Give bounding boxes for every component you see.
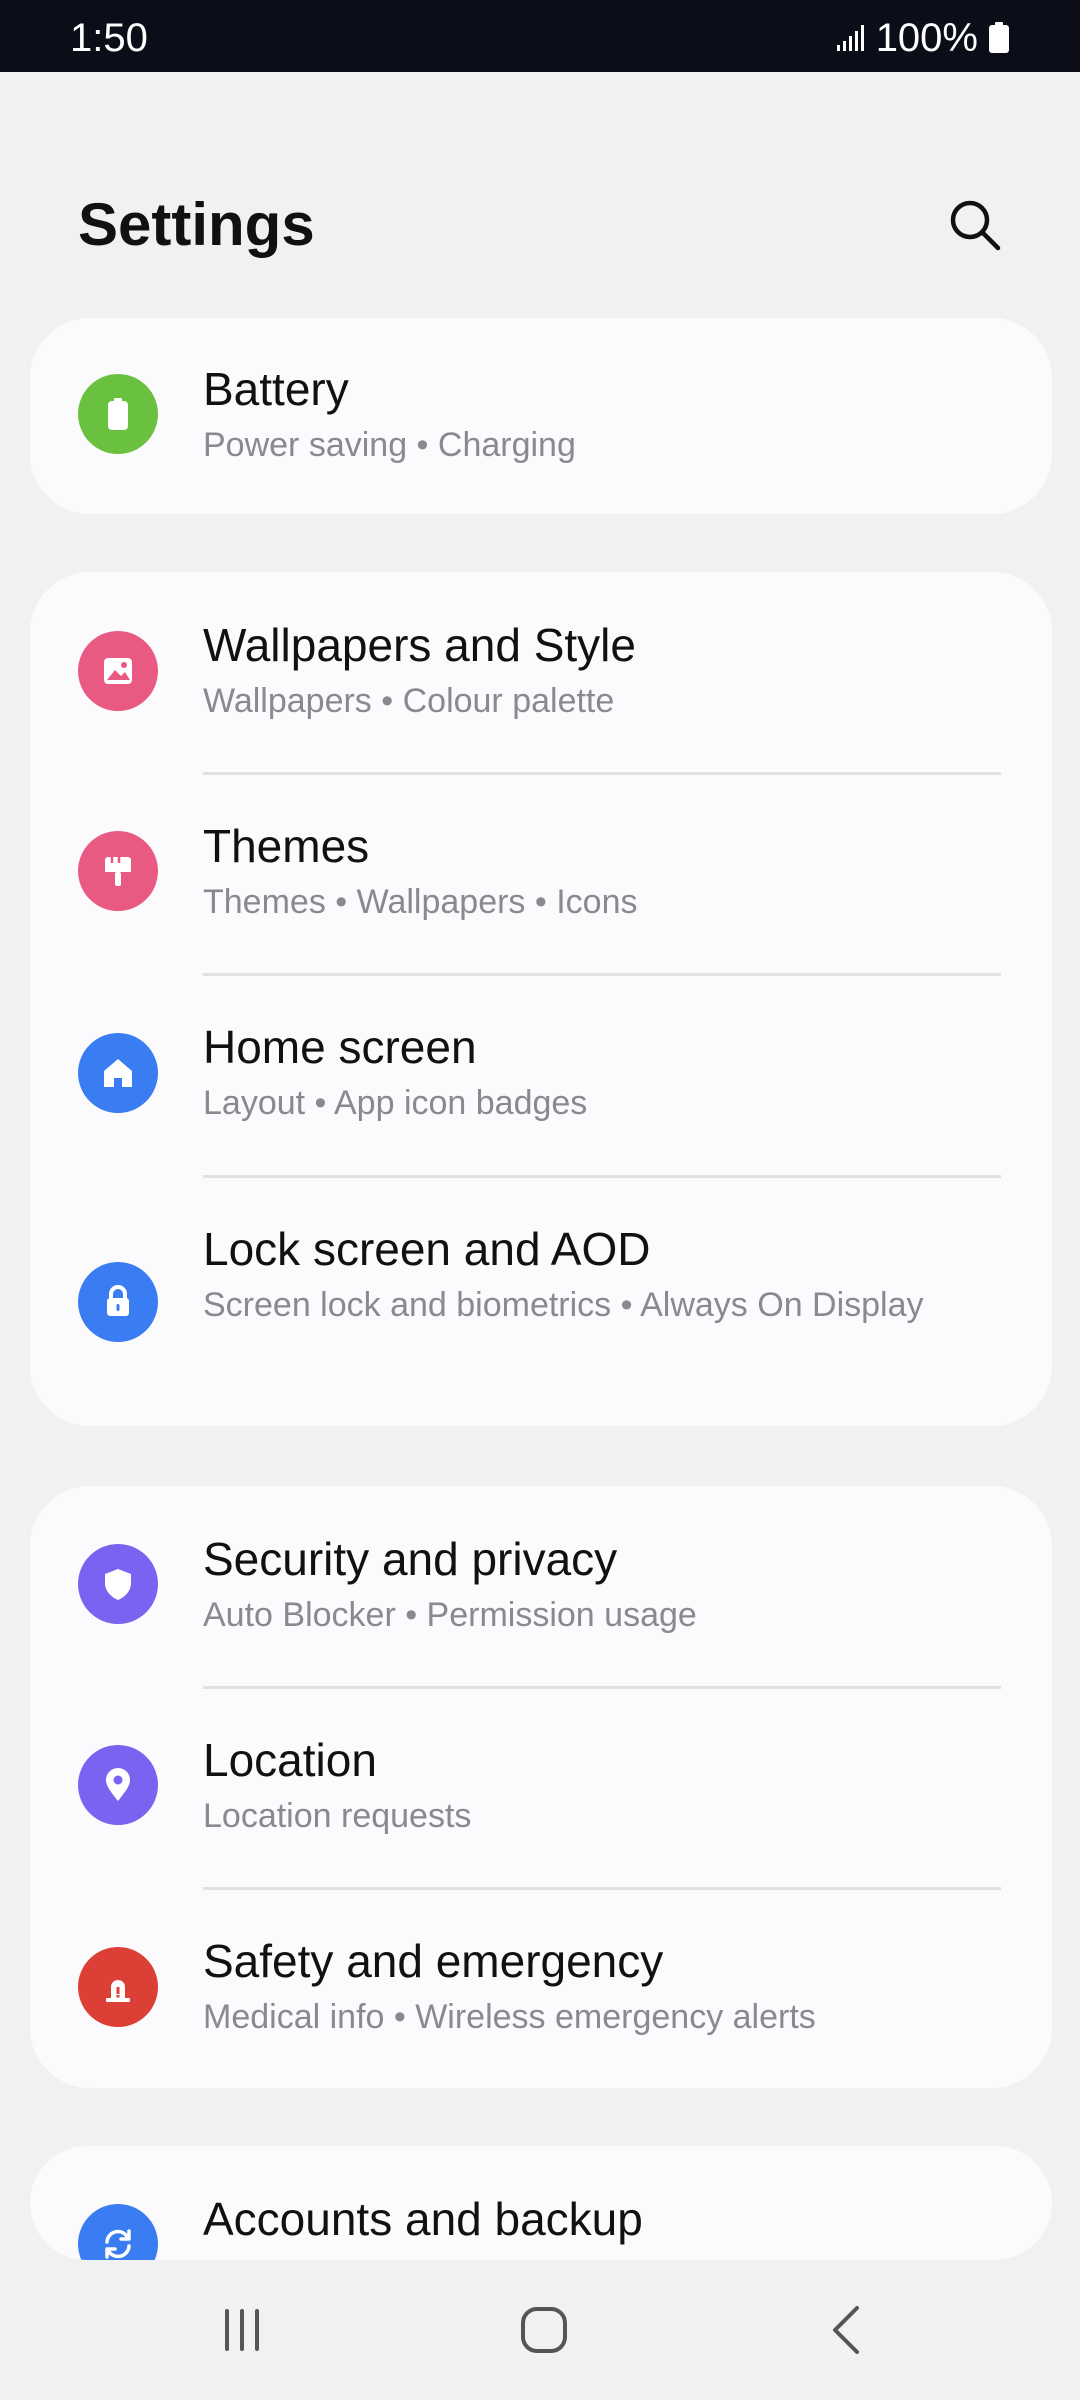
settings-item-wallpapers[interactable]: Wallpapers and Style Wallpapers • Colour… xyxy=(30,572,1052,773)
settings-item-title: Themes xyxy=(203,820,370,872)
settings-card-appearance: Wallpapers and Style Wallpapers • Colour… xyxy=(30,572,1052,1426)
search-icon xyxy=(950,200,1001,251)
status-right: 100% xyxy=(836,18,1010,58)
settings-item-home-screen[interactable]: Home screen Layout • App icon badges xyxy=(30,974,1052,1175)
status-time: 1:50 xyxy=(70,16,148,60)
home-button[interactable] xyxy=(504,2290,584,2370)
emergency-icon xyxy=(78,1947,158,2027)
settings-card-battery: Battery Power saving • Charging xyxy=(30,318,1052,514)
search-button[interactable] xyxy=(940,190,1010,260)
settings-item-title: Lock screen and AOD xyxy=(203,1223,651,1275)
shield-icon xyxy=(78,1544,158,1624)
image-icon xyxy=(78,631,158,711)
settings-item-title: Safety and emergency xyxy=(203,1935,664,1987)
settings-item-subtitle: Power saving • Charging xyxy=(203,426,576,464)
settings-item-subtitle: Auto Blocker • Permission usage xyxy=(203,1596,697,1634)
sync-icon xyxy=(78,2204,158,2260)
settings-item-title: Security and privacy xyxy=(203,1533,618,1585)
back-icon xyxy=(833,2306,859,2354)
battery-icon xyxy=(78,374,158,454)
settings-item-battery[interactable]: Battery Power saving • Charging xyxy=(30,318,1052,514)
settings-item-lock-screen[interactable]: Lock screen and AOD Screen lock and biom… xyxy=(30,1176,1052,1426)
settings-item-title: Wallpapers and Style xyxy=(203,619,636,671)
settings-item-title: Accounts and backup xyxy=(203,2193,643,2245)
navigation-bar xyxy=(0,2260,1080,2400)
status-bar: 1:50 100% xyxy=(0,0,1080,72)
recent-apps-button[interactable] xyxy=(202,2290,282,2370)
settings-item-subtitle: Location requests xyxy=(203,1797,472,1835)
settings-item-title: Location xyxy=(203,1734,377,1786)
settings-item-themes[interactable]: Themes Themes • Wallpapers • Icons xyxy=(30,773,1052,974)
settings-item-subtitle: Wallpapers • Colour palette xyxy=(203,682,615,720)
page-title: Settings xyxy=(78,191,315,258)
settings-item-subtitle: Themes • Wallpapers • Icons xyxy=(203,883,638,921)
settings-item-safety[interactable]: Safety and emergency Medical info • Wire… xyxy=(30,1888,1052,2088)
lock-icon xyxy=(78,1262,158,1342)
settings-item-subtitle: Screen lock and biometrics • Always On D… xyxy=(203,1286,924,1324)
battery-percentage: 100% xyxy=(875,16,978,60)
settings-item-title: Battery xyxy=(203,363,349,415)
settings-item-accounts[interactable]: Accounts and backup xyxy=(30,2146,1052,2260)
battery-icon xyxy=(989,22,1009,53)
settings-item-title: Home screen xyxy=(203,1021,477,1073)
signal-icon xyxy=(836,25,864,51)
home-icon xyxy=(521,2307,567,2353)
settings-card-accounts: Accounts and backup xyxy=(30,2146,1052,2260)
home-icon xyxy=(78,1033,158,1113)
location-pin-icon xyxy=(78,1745,158,1825)
back-button[interactable] xyxy=(806,2290,886,2370)
settings-item-subtitle: Layout • App icon badges xyxy=(203,1084,588,1122)
settings-item-location[interactable]: Location Location requests xyxy=(30,1687,1052,1888)
settings-card-privacy: Security and privacy Auto Blocker • Perm… xyxy=(30,1486,1052,2088)
paint-brush-icon xyxy=(78,831,158,911)
settings-item-subtitle: Medical info • Wireless emergency alerts xyxy=(203,1998,816,2036)
settings-item-security[interactable]: Security and privacy Auto Blocker • Perm… xyxy=(30,1486,1052,1687)
recent-apps-icon xyxy=(225,2309,259,2351)
